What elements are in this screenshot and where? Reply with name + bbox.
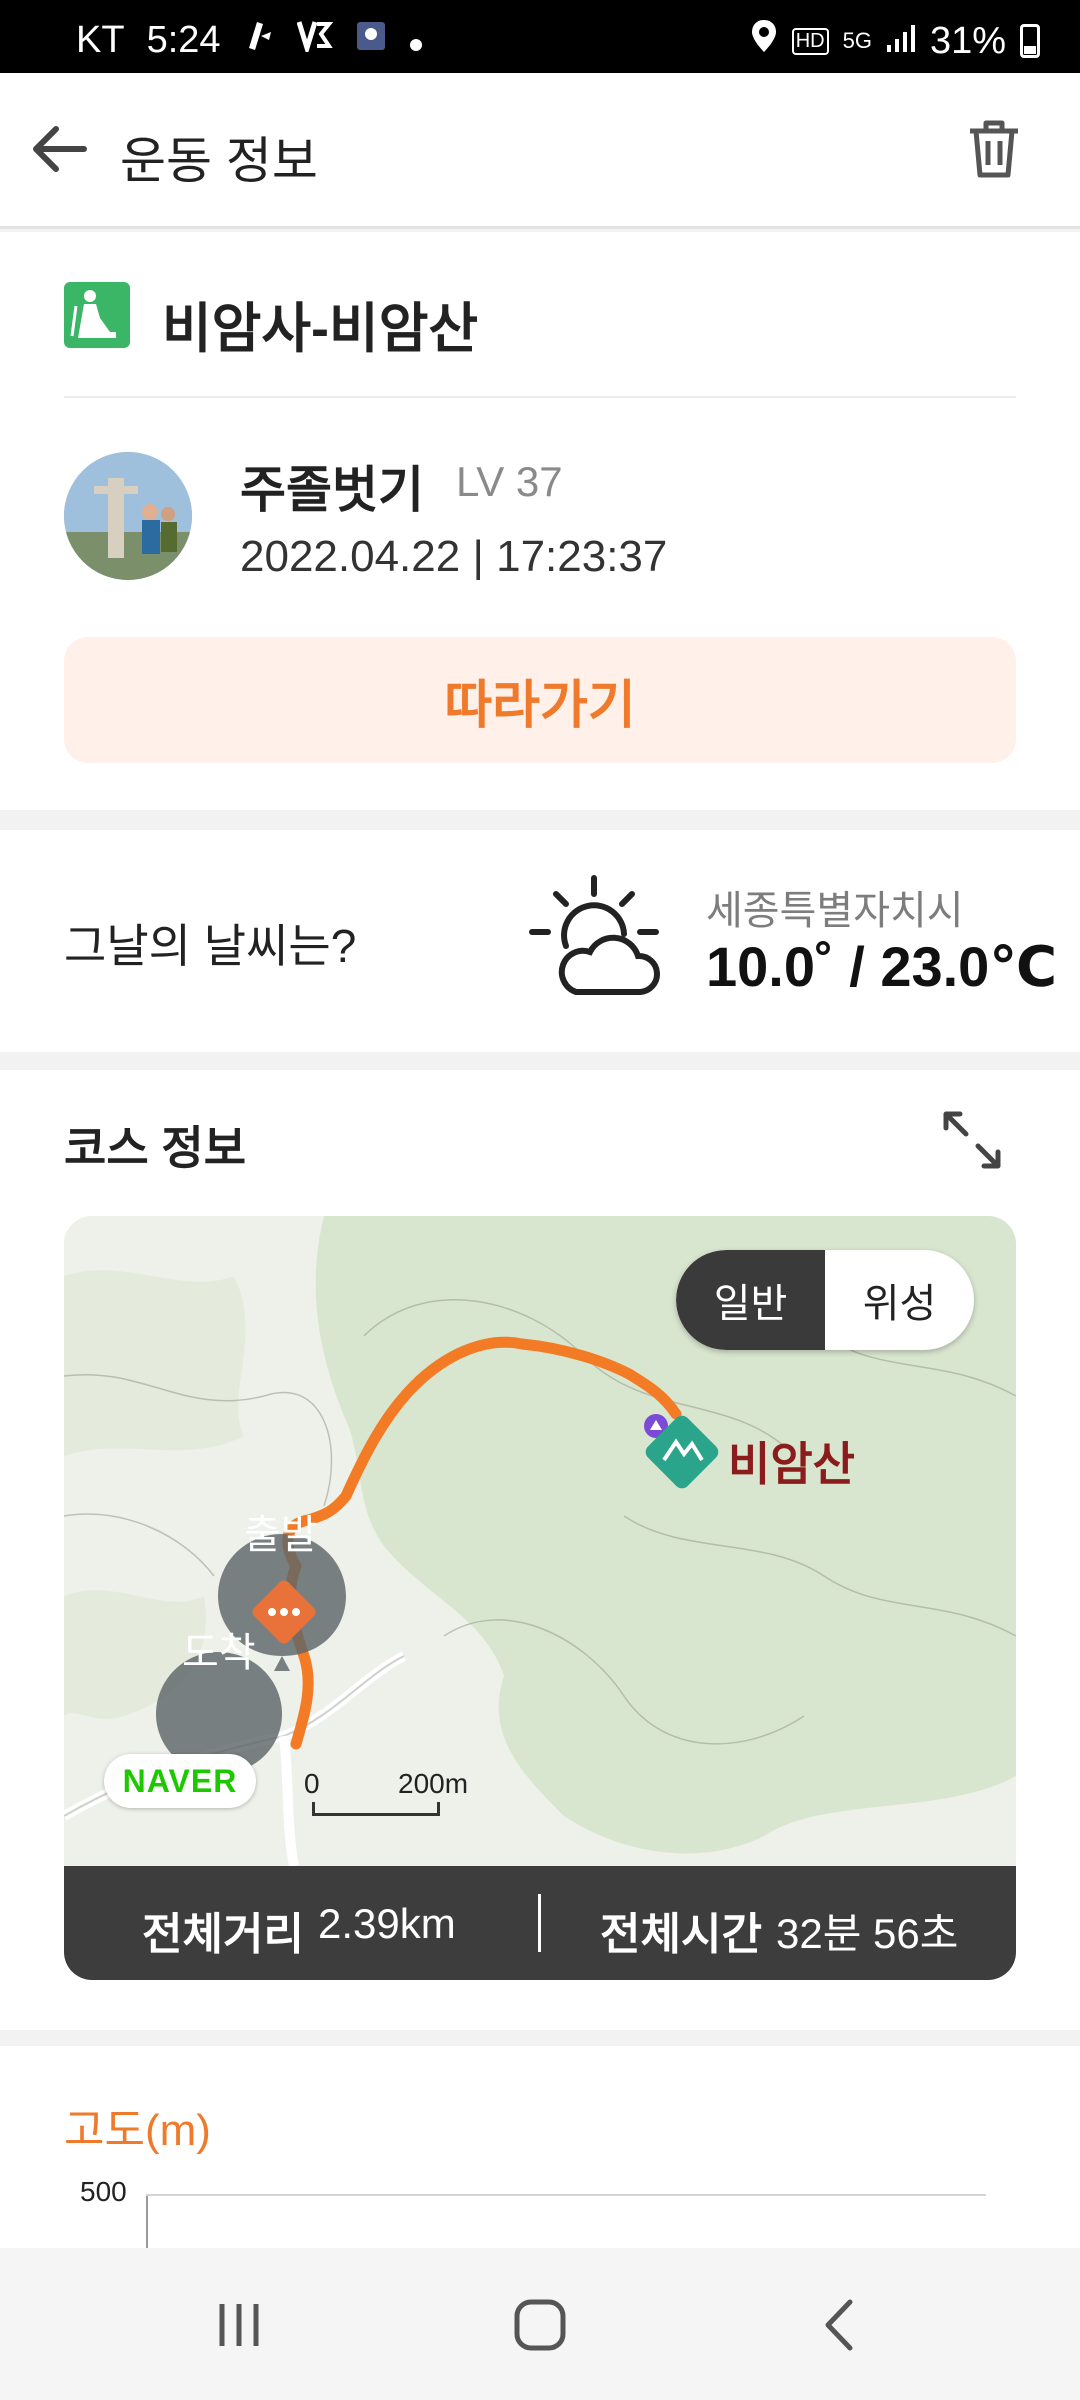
divider	[64, 396, 1016, 398]
follow-button[interactable]: 따라가기	[64, 637, 1016, 763]
carrier-label: KT	[76, 18, 125, 61]
map-type-toggle[interactable]: 일반 위성	[676, 1250, 974, 1350]
arrow-left-icon	[33, 126, 87, 172]
course-card: 코스 정보 출발 도착 비암산 일반 위성 NAVER 0 200m 전체거리 …	[0, 1070, 1080, 2030]
scale-zero: 0	[304, 1768, 320, 1799]
weather-temperature: 10.0˚ / 23.0℃	[706, 935, 1058, 998]
location-icon	[750, 18, 778, 64]
total-time-value: 32분 56초	[776, 1910, 959, 1957]
activity-card: 비암사-비암산 주졸벗기 LV 37 2022.04.22 | 17:23:37…	[0, 232, 1080, 810]
scale-distance: 200m	[398, 1768, 469, 1799]
dot-icon	[409, 19, 423, 62]
signal-icon	[886, 20, 916, 63]
hiking-icon	[64, 282, 130, 348]
course-summary: 전체거리 2.39km 전체시간 32분 56초	[64, 1866, 1016, 1980]
chevron-left-icon	[825, 2299, 853, 2351]
peak-label: 비암산	[728, 1438, 855, 1490]
total-distance-value: 2.39km	[318, 1900, 456, 1947]
system-back-button[interactable]	[806, 2290, 876, 2360]
home-button[interactable]	[505, 2290, 575, 2360]
v3-icon	[296, 18, 333, 62]
expand-icon	[943, 1111, 1001, 1169]
app-bar: 운동 정보	[0, 73, 1080, 229]
elevation-tick-top: 500	[80, 2176, 127, 2207]
summary-divider	[538, 1894, 541, 1952]
network-type: 5G	[842, 28, 872, 53]
scale-bar	[312, 1802, 440, 1816]
clock: 5:24	[146, 18, 221, 61]
avatar[interactable]	[64, 452, 192, 580]
elevation-card: 고도(m) 500	[0, 2046, 1080, 2256]
user-name: 주졸벗기	[240, 462, 424, 518]
course-heading: 코스 정보	[64, 1122, 247, 1174]
elevation-gridline	[146, 2194, 986, 2196]
back-button[interactable]	[24, 113, 96, 185]
elevation-y-axis	[146, 2196, 148, 2256]
course-title: 비암사-비암산	[162, 299, 479, 359]
weather-question: 그날의 날씨는?	[64, 920, 357, 972]
hd-indicator: HD	[791, 27, 829, 55]
status-bar: KT 5:24 HD 5G 31%	[0, 0, 1080, 73]
activity-datetime: 2022.04.22 | 17:23:37	[240, 532, 668, 581]
system-nav-bar	[0, 2248, 1080, 2400]
weather-location: 세종특별자치시	[706, 889, 964, 933]
map-mode-satellite[interactable]: 위성	[825, 1250, 974, 1350]
total-distance-label: 전체거리	[142, 1910, 304, 1959]
trash-icon	[970, 120, 1018, 178]
battery-icon	[1020, 24, 1040, 58]
weather-card: 그날의 날씨는? 세종특별자치시 10.0˚ / 23.0℃	[0, 830, 1080, 1052]
battery-percent: 31%	[929, 19, 1006, 62]
delete-button[interactable]	[958, 113, 1030, 185]
naver-logo: NAVER	[104, 1754, 256, 1808]
start-label: 출발	[244, 1513, 318, 1557]
user-level: LV 37	[456, 458, 563, 505]
total-time-label: 전체시간	[600, 1910, 762, 1959]
end-label: 도착	[182, 1631, 256, 1675]
map-mode-normal[interactable]: 일반	[676, 1250, 825, 1350]
expand-map-button[interactable]	[940, 1108, 1004, 1172]
course-map[interactable]: 출발 도착 비암산 일반 위성 NAVER 0 200m	[64, 1216, 1016, 1866]
elevation-title: 고도(m)	[64, 2106, 211, 2155]
app-notification-icon	[355, 19, 387, 62]
notification-icon	[243, 18, 275, 62]
recent-apps-button[interactable]	[204, 2290, 274, 2360]
recent-apps-icon	[219, 2304, 259, 2346]
home-icon	[514, 2299, 566, 2351]
page-title: 운동 정보	[120, 133, 318, 189]
partly-cloudy-icon	[528, 874, 664, 1004]
